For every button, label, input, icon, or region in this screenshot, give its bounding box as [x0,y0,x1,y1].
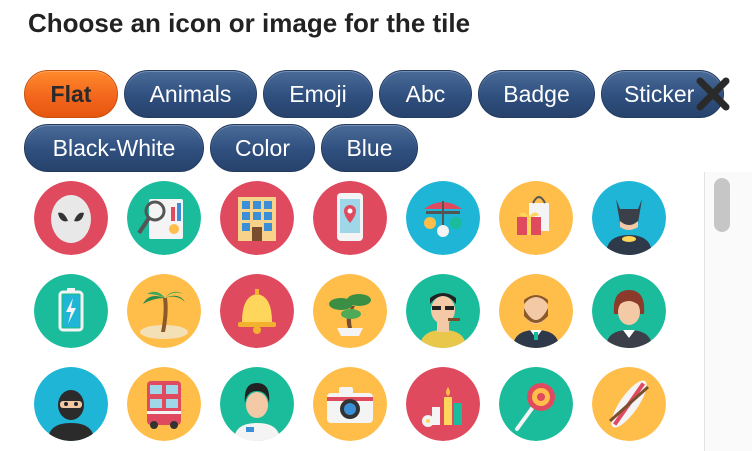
tab-row-2: Black-White Color Blue [24,124,724,172]
tab-abc[interactable]: Abc [379,70,472,118]
businesswoman-icon[interactable] [592,274,666,348]
tab-badge[interactable]: Badge [478,70,595,118]
burglar-icon[interactable] [34,367,108,441]
lollipop-icon[interactable] [499,367,573,441]
tab-label: Flat [50,80,92,107]
tab-label: Sticker [624,80,695,107]
batman-icon[interactable] [592,181,666,255]
bell-icon[interactable] [220,274,294,348]
double-decker-bus-icon[interactable] [127,367,201,441]
analytics-magnifier-icon[interactable] [127,181,201,255]
bonsai-icon[interactable] [313,274,387,348]
tab-flat[interactable]: Flat [24,70,118,118]
tab-label: Black-White [52,134,176,161]
candles-icon[interactable] [406,367,480,441]
shopping-bag-gift-icon[interactable] [499,181,573,255]
tab-label: Color [235,134,290,161]
carousel-icon[interactable] [406,181,480,255]
tab-label: Badge [503,80,570,107]
page-title: Choose an icon or image for the tile [28,8,471,38]
mobster-icon[interactable] [406,274,480,348]
battery-icon[interactable] [34,274,108,348]
tab-label: Animals [149,80,232,107]
bearded-businessman-icon[interactable] [499,274,573,348]
tab-label: Emoji [289,80,347,107]
tab-blue[interactable]: Blue [321,124,418,172]
map-phone-icon[interactable] [313,181,387,255]
palm-island-icon[interactable] [127,274,201,348]
alien-icon[interactable] [34,181,108,255]
close-icon[interactable] [695,76,731,112]
tab-label: Abc [405,80,446,107]
tab-color[interactable]: Color [210,124,315,172]
building-icon[interactable] [220,181,294,255]
tab-label: Blue [346,134,393,161]
tab-animals[interactable]: Animals [124,70,257,118]
surfboard-icon[interactable] [592,367,666,441]
tab-row-1: Flat Animals Emoji Abc Badge Sticker [24,70,724,118]
nurse-icon[interactable] [220,367,294,441]
tab-black-white[interactable]: Black-White [24,124,204,172]
icon-grid [0,172,752,451]
tab-emoji[interactable]: Emoji [263,70,373,118]
camera-icon[interactable] [313,367,387,441]
